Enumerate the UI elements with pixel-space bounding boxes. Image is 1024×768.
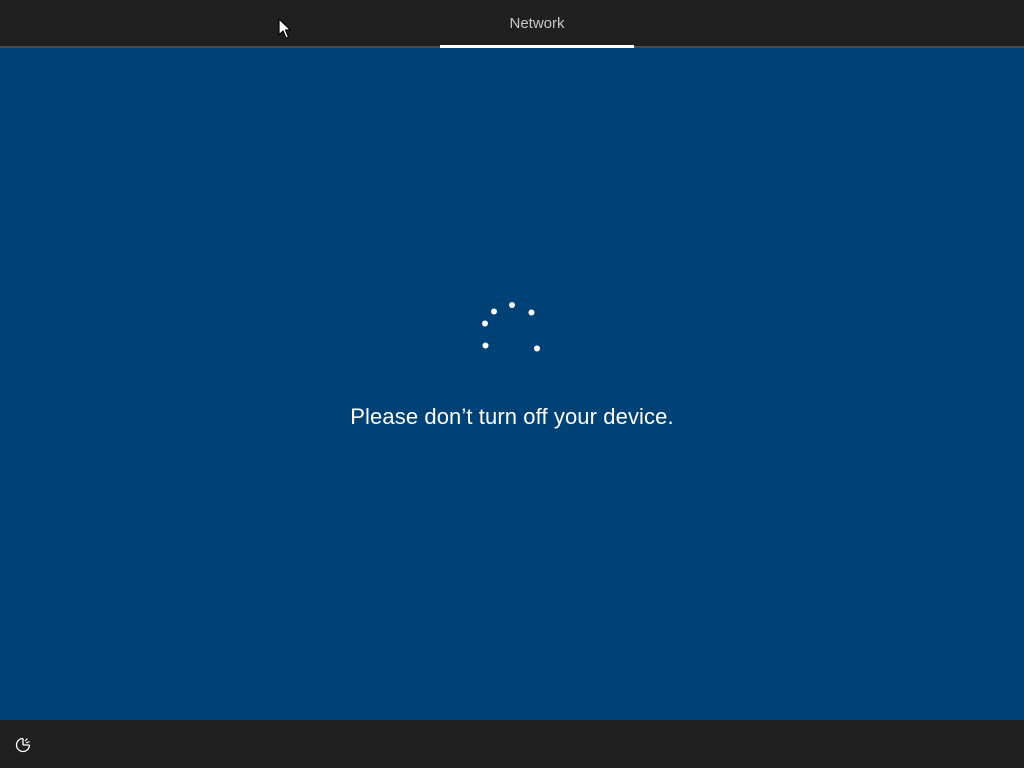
status-message: Please don’t turn off your device.: [350, 404, 674, 429]
bottom-bar: [0, 720, 1024, 768]
ease-of-access-icon: [15, 737, 31, 753]
mouse-pointer-icon: [278, 18, 292, 39]
ease-of-access-button[interactable]: [10, 732, 36, 758]
main-content: Please don’t turn off your device.: [0, 48, 1024, 720]
top-bar: Network: [0, 0, 1024, 48]
loading-spinner-icon: [482, 302, 540, 352]
tab-network[interactable]: Network: [440, 0, 634, 46]
